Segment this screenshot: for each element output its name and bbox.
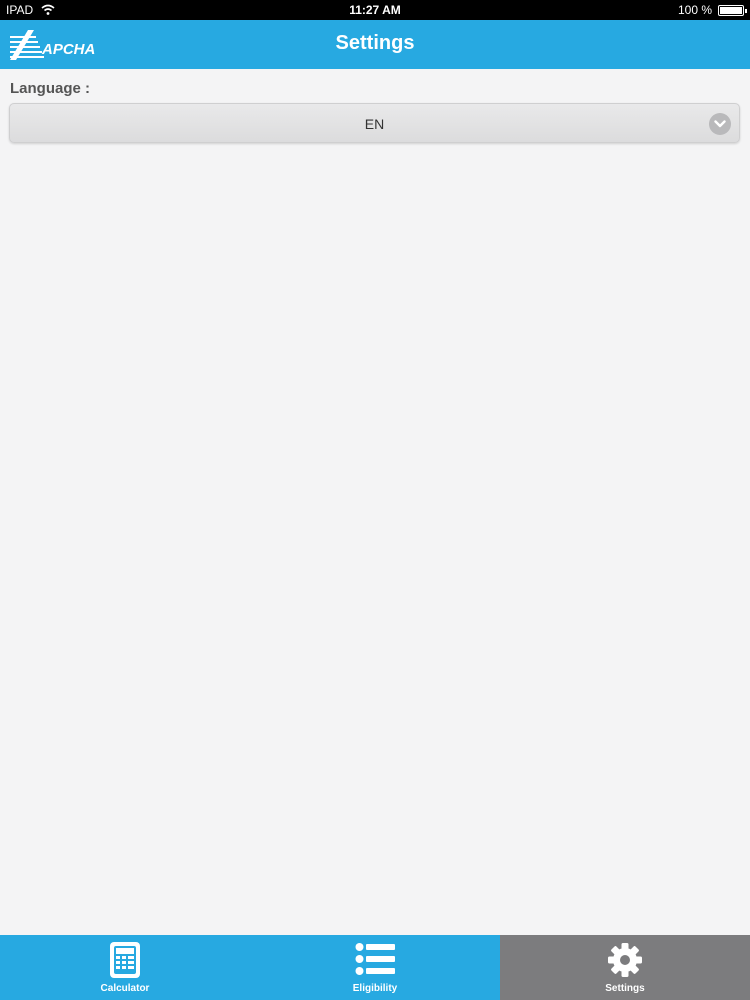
language-label: Language : (10, 80, 91, 97)
chevron-down-icon (709, 113, 731, 135)
tab-bar: Calculator Eligibility Settings (0, 935, 750, 1000)
language-select[interactable]: EN (9, 103, 740, 143)
gear-icon (608, 943, 642, 977)
list-icon (355, 943, 395, 975)
battery-fill (720, 6, 742, 14)
status-bar: IPAD 11:27 AM 100 % (0, 0, 750, 20)
tab-label: Settings (605, 983, 645, 994)
status-right: 100 % (677, 3, 747, 17)
battery-icon (718, 4, 747, 16)
tab-settings[interactable]: Settings (500, 935, 750, 1000)
calculator-icon (110, 942, 140, 978)
settings-content: Language : EN (0, 69, 750, 935)
tab-calculator[interactable]: Calculator (0, 935, 250, 1000)
page-title: Settings (335, 32, 415, 54)
tab-label: Calculator (100, 983, 150, 994)
language-select-value: EN (364, 116, 385, 132)
battery-percent: 100 % (677, 3, 712, 17)
tab-eligibility[interactable]: Eligibility (250, 935, 500, 1000)
header-bar: APCHA Settings (0, 20, 750, 69)
tab-label: Eligibility (352, 983, 398, 994)
status-time: 11:27 AM (349, 3, 401, 17)
